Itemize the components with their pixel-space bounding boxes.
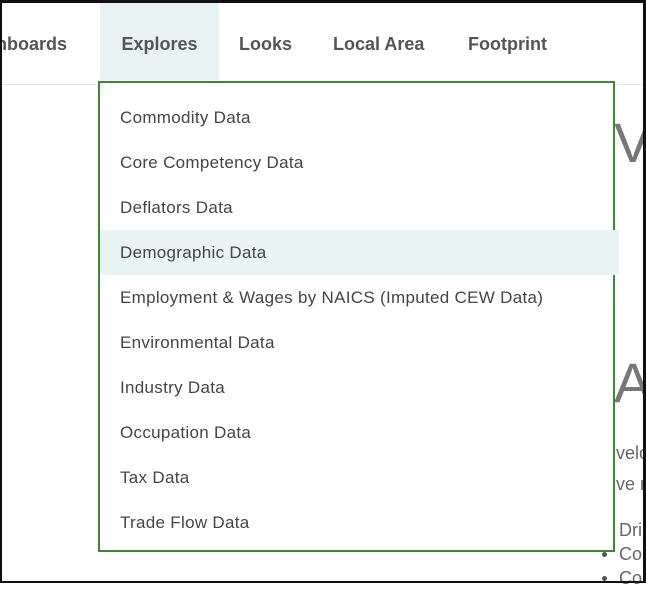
- menu-item-tax-data[interactable]: Tax Data: [100, 455, 619, 500]
- menu-item-commodity-data[interactable]: Commodity Data: [100, 95, 619, 140]
- explores-dropdown-menu: Commodity Data Core Competency Data Defl…: [98, 81, 619, 552]
- nav-looks[interactable]: Looks: [239, 0, 292, 80]
- menu-item-occupation-data[interactable]: Occupation Data: [100, 410, 619, 455]
- bullet-icon: [602, 552, 607, 557]
- nav-dashboards[interactable]: hboards: [0, 0, 67, 80]
- menu-item-environmental-data[interactable]: Environmental Data: [100, 320, 619, 365]
- nav-explores[interactable]: Explores: [100, 0, 219, 80]
- nav-footprint[interactable]: Footprint: [468, 0, 547, 80]
- menu-item-employment-wages-naics[interactable]: Employment & Wages by NAICS (Imputed CEW…: [100, 275, 619, 320]
- top-navigation: hboards Explores Looks Local Area Footpr…: [0, 0, 646, 85]
- menu-item-deflators-data[interactable]: Deflators Data: [100, 185, 619, 230]
- background-text-line-2: ve n: [616, 474, 646, 494]
- background-bullet-3: Co: [619, 568, 643, 588]
- background-bullet-2: Co: [619, 544, 643, 564]
- background-text-line-1: velo: [616, 443, 646, 463]
- menu-item-trade-flow-data[interactable]: Trade Flow Data: [100, 500, 619, 545]
- menu-item-core-competency-data[interactable]: Core Competency Data: [100, 140, 619, 185]
- menu-item-industry-data[interactable]: Industry Data: [100, 365, 619, 410]
- nav-local-area[interactable]: Local Area: [333, 0, 424, 80]
- menu-item-demographic-data[interactable]: Demographic Data: [100, 230, 619, 275]
- background-bullet-1: Dri: [619, 520, 642, 540]
- bullet-icon: [602, 576, 607, 581]
